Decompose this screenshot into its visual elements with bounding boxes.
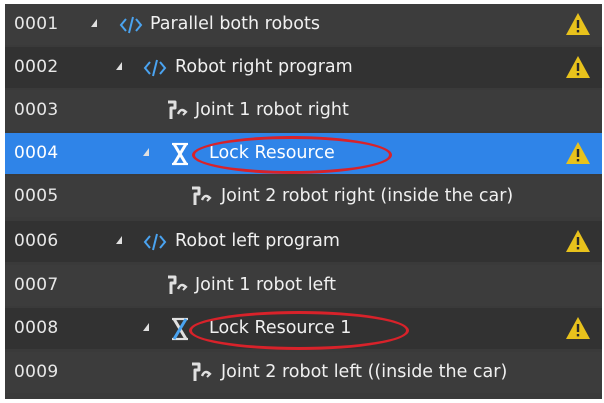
- expand-triangle-icon[interactable]: [116, 236, 122, 244]
- joint-move-icon: [163, 98, 189, 124]
- expand-triangle-icon[interactable]: [143, 148, 149, 156]
- tree-row-label: Lock Resource: [209, 143, 335, 163]
- program-tree: 0001 Parallel both robots 0002 Robot rig…: [5, 4, 602, 399]
- program-code-icon: [142, 55, 168, 81]
- program-code-icon: [118, 12, 144, 38]
- expand-triangle-icon[interactable]: [116, 62, 122, 70]
- lock-resource-icon: [167, 316, 193, 342]
- tree-row-label: Lock Resource 1: [209, 318, 352, 338]
- line-number: 0006: [14, 231, 59, 251]
- tree-row-selected[interactable]: 0004 Lock Resource: [5, 133, 602, 174]
- warning-icon: [565, 12, 591, 36]
- line-number: 0002: [14, 57, 59, 77]
- tree-row[interactable]: 0006 Robot left program: [5, 221, 602, 262]
- line-number: 0005: [14, 186, 59, 206]
- tree-row-label: Robot left program: [175, 231, 340, 251]
- joint-move-icon: [187, 360, 213, 386]
- joint-move-icon: [187, 184, 213, 210]
- tree-row-label: Robot right program: [175, 57, 353, 77]
- tree-row-label: Joint 2 robot left ((inside the car): [221, 362, 508, 382]
- line-number: 0001: [14, 14, 59, 34]
- joint-move-icon: [163, 273, 189, 299]
- line-number: 0007: [14, 275, 59, 295]
- tree-row[interactable]: 0007 Joint 1 robot left: [5, 265, 602, 306]
- warning-icon: [565, 316, 591, 340]
- line-number: 0009: [14, 362, 59, 382]
- tree-row[interactable]: 0002 Robot right program: [5, 47, 602, 88]
- line-number: 0008: [14, 318, 59, 338]
- program-code-icon: [142, 229, 168, 255]
- line-number: 0003: [14, 100, 59, 120]
- lock-resource-icon: [167, 141, 193, 167]
- tree-row-label: Joint 2 robot right (inside the car): [221, 186, 514, 206]
- warning-icon: [565, 141, 591, 165]
- tree-row[interactable]: 0005 Joint 2 robot right (inside the car…: [5, 176, 602, 217]
- tree-row[interactable]: 0003 Joint 1 robot right: [5, 90, 602, 131]
- expand-triangle-icon[interactable]: [143, 323, 149, 331]
- tree-row-label: Parallel both robots: [150, 14, 320, 34]
- tree-row[interactable]: 0009 Joint 2 robot left ((inside the car…: [5, 352, 602, 393]
- tree-row-label: Joint 1 robot left: [195, 275, 337, 295]
- tree-row[interactable]: 0001 Parallel both robots: [5, 4, 602, 45]
- tree-row[interactable]: 0008 Lock Resource 1: [5, 308, 602, 350]
- tree-row-label: Joint 1 robot right: [195, 100, 349, 120]
- expand-triangle-icon[interactable]: [91, 19, 97, 27]
- warning-icon: [565, 229, 591, 253]
- line-number: 0004: [14, 143, 59, 163]
- warning-icon: [565, 55, 591, 79]
